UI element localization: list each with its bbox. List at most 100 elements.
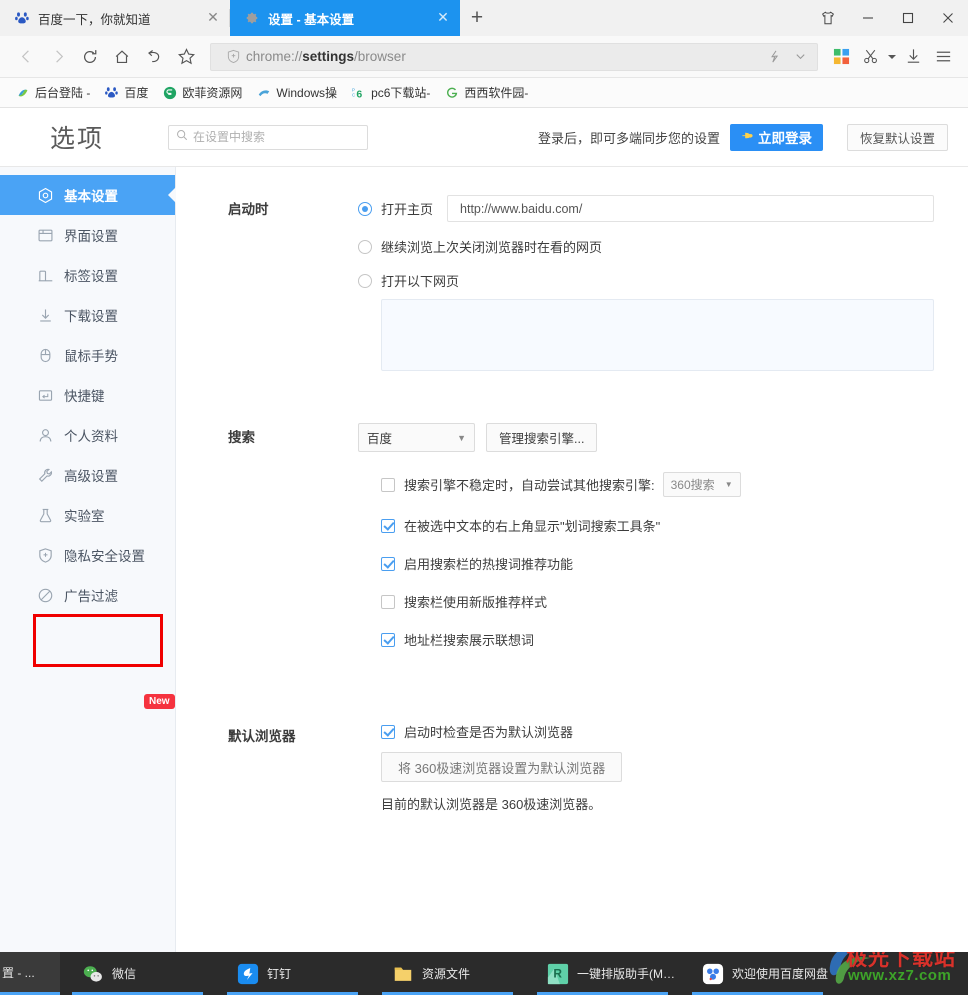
settings-search-box[interactable] (168, 124, 368, 150)
login-button[interactable]: 立即登录 (729, 123, 823, 151)
taskbar-item-label: 欢迎使用百度网盘 (732, 967, 829, 981)
browser-tab-2[interactable]: 设置 - 基本设置 ✕ (230, 0, 460, 36)
svg-text:R: R (553, 966, 562, 980)
search-icon (176, 128, 188, 146)
reload-icon[interactable] (74, 41, 106, 73)
sidebar-item-advanced-settings[interactable]: 高级设置 (0, 455, 175, 495)
close-icon[interactable]: ✕ (434, 9, 452, 27)
win-icon (256, 85, 271, 100)
search-engine-select[interactable]: 百度 ▼ (358, 423, 475, 452)
checkbox-selection-toolbar[interactable] (381, 518, 395, 533)
hexagon-target-icon (36, 186, 54, 204)
maximize-button[interactable] (888, 0, 928, 36)
radio-open-homepage[interactable] (358, 201, 372, 216)
checkbox-row-fallback-engine[interactable]: 搜索引擎不稳定时，自动尝试其他搜索引擎: 360搜索 ▼ (358, 472, 934, 497)
checkbox-address-suggestions[interactable] (381, 632, 395, 647)
address-bar[interactable]: chrome://settings/browser (210, 42, 818, 71)
bookmark-item[interactable]: 欧菲资源网 (155, 82, 249, 104)
fallback-engine-select[interactable]: 360搜索 ▼ (662, 472, 741, 497)
checkbox-row-new-style[interactable]: 搜索栏使用新版推荐样式 (358, 592, 934, 611)
checkbox-row-selection-toolbar[interactable]: 在被选中文本的右上角显示"划词搜索工具条" (358, 516, 934, 535)
checkbox-new-style[interactable] (381, 594, 395, 609)
sidebar-item-tab-settings[interactable]: 标签设置 (0, 255, 175, 295)
home-icon[interactable] (106, 41, 138, 73)
svg-text:C: C (352, 92, 355, 97)
checkbox-check-default-browser[interactable] (381, 724, 395, 739)
taskbar-item-dingtalk[interactable]: 钉钉 (215, 952, 370, 995)
checkbox-row-check-default[interactable]: 启动时检查是否为默认浏览器 (358, 722, 934, 741)
bookmark-item[interactable]: 后台登陆 - (8, 82, 97, 104)
section-label-startup: 启动时 (228, 202, 269, 217)
taskbar-item-typeset-assistant[interactable]: R 一键排版助手(MyE... (525, 952, 680, 995)
radio-label: 继续浏览上次关闭浏览器时在看的网页 (381, 240, 603, 255)
checkbox-row-hot-words[interactable]: 启用搜索栏的热搜词推荐功能 (358, 554, 934, 573)
scissors-dropdown-icon[interactable] (886, 41, 898, 73)
startup-pages-list[interactable] (381, 299, 934, 371)
manage-search-engines-button[interactable]: 管理搜索引擎... (486, 423, 598, 452)
sidebar-item-ad-filter[interactable]: 广告过滤 (0, 575, 175, 615)
sidebar-item-mouse-gestures[interactable]: 鼠标手势 (0, 335, 175, 375)
download-icon[interactable] (898, 41, 928, 73)
taskbar-item-label: 微信 (112, 967, 137, 981)
startup-option-open-pages[interactable]: 打开以下网页 (358, 271, 934, 290)
address-bar-actions (761, 45, 813, 69)
back-icon[interactable] (10, 41, 42, 73)
browser-tab-1[interactable]: 百度一下，你就知道 ✕ (0, 0, 230, 36)
sidebar-item-basic-settings[interactable]: 基本设置 (0, 175, 176, 215)
chevron-down-icon[interactable] (787, 45, 813, 69)
undo-icon[interactable] (138, 41, 170, 73)
bookmark-item[interactable]: PC6 pc6下载站- (344, 82, 437, 104)
bookmark-item[interactable]: 百度 (97, 82, 155, 104)
sidebar-item-privacy-security[interactable]: 隐私安全设置 (0, 535, 175, 575)
section-default-browser: 默认浏览器 启动时检查是否为默认浏览器 将 360极速浏览器设置为默认浏览器 目… (176, 722, 968, 813)
taskbar-item-wechat[interactable]: 微信 (60, 952, 215, 995)
search-engine-value: 百度 (367, 432, 393, 446)
taskbar-item-folder[interactable]: 资源文件 (370, 952, 525, 995)
close-button[interactable] (928, 0, 968, 36)
bookmark-label: 西西软件园- (464, 86, 529, 100)
radio-open-pages[interactable] (358, 273, 372, 288)
sidebar-item-interface-settings[interactable]: 界面设置 (0, 215, 175, 255)
startup-option-restore-session[interactable]: 继续浏览上次关闭浏览器时在看的网页 (358, 237, 934, 256)
minimize-button[interactable] (848, 0, 888, 36)
section-body-startup: 打开主页 继续浏览上次关闭浏览器时在看的网页 打开以下网页 (358, 195, 968, 371)
taskbar-item-baidu-netdisk[interactable]: 欢迎使用百度网盘 (680, 952, 835, 995)
page-title: 选项 (50, 125, 105, 153)
bookmark-label: 百度 (124, 86, 149, 100)
gear-icon (244, 10, 260, 26)
sidebar-item-label: 高级设置 (64, 469, 118, 484)
checkbox-fallback-engine[interactable] (381, 477, 395, 492)
new-tab-button[interactable]: + (460, 0, 494, 36)
forward-icon[interactable] (42, 41, 74, 73)
sidebar-item-lab[interactable]: 实验室 (0, 495, 175, 535)
homepage-url-input[interactable] (447, 195, 934, 222)
lightning-icon[interactable] (761, 45, 787, 69)
checkbox-row-address-suggestions[interactable]: 地址栏搜索展示联想词 (358, 630, 934, 649)
shield-plus-icon (36, 546, 54, 564)
sidebar-item-download-settings[interactable]: 下载设置 (0, 295, 175, 335)
close-icon[interactable]: ✕ (204, 9, 222, 27)
highlight-box-advanced-settings (33, 614, 163, 667)
reset-defaults-button[interactable]: 恢复默认设置 (846, 123, 948, 151)
sidebar-item-label: 隐私安全设置 (64, 549, 145, 564)
startup-option-homepage[interactable]: 打开主页 (358, 195, 934, 222)
apps-grid-icon[interactable] (826, 41, 856, 73)
radio-restore-session[interactable] (358, 239, 372, 254)
bookmark-item[interactable]: Windows操 (249, 82, 344, 104)
sidebar-item-profile[interactable]: 个人资料 (0, 415, 175, 455)
sidebar-item-shortcuts[interactable]: 快捷键 (0, 375, 175, 415)
settings-search-input[interactable] (193, 130, 360, 144)
settings-shell: 基本设置 界面设置 标签设置 下载设置 鼠标手势 快捷键 个人资料 高级设置 实… (0, 167, 968, 952)
bookmark-item[interactable]: 西西软件园- (437, 82, 535, 104)
set-default-browser-button[interactable]: 将 360极速浏览器设置为默认浏览器 (381, 752, 623, 782)
menu-hamburger-icon[interactable] (928, 41, 958, 73)
checkbox-hot-words[interactable] (381, 556, 395, 571)
taskbar-item-browser[interactable]: 置 - ... (0, 952, 60, 995)
sync-prompt-text: 登录后，即可多端同步您的设置 (537, 130, 720, 146)
screenshot-scissors-icon[interactable] (856, 41, 886, 73)
hand-point-icon (741, 129, 754, 145)
settings-header: 选项 登录后，即可多端同步您的设置 立即登录 恢复默认设置 (0, 108, 968, 167)
skin-icon[interactable] (808, 0, 848, 36)
bookmark-star-icon[interactable] (170, 41, 202, 73)
